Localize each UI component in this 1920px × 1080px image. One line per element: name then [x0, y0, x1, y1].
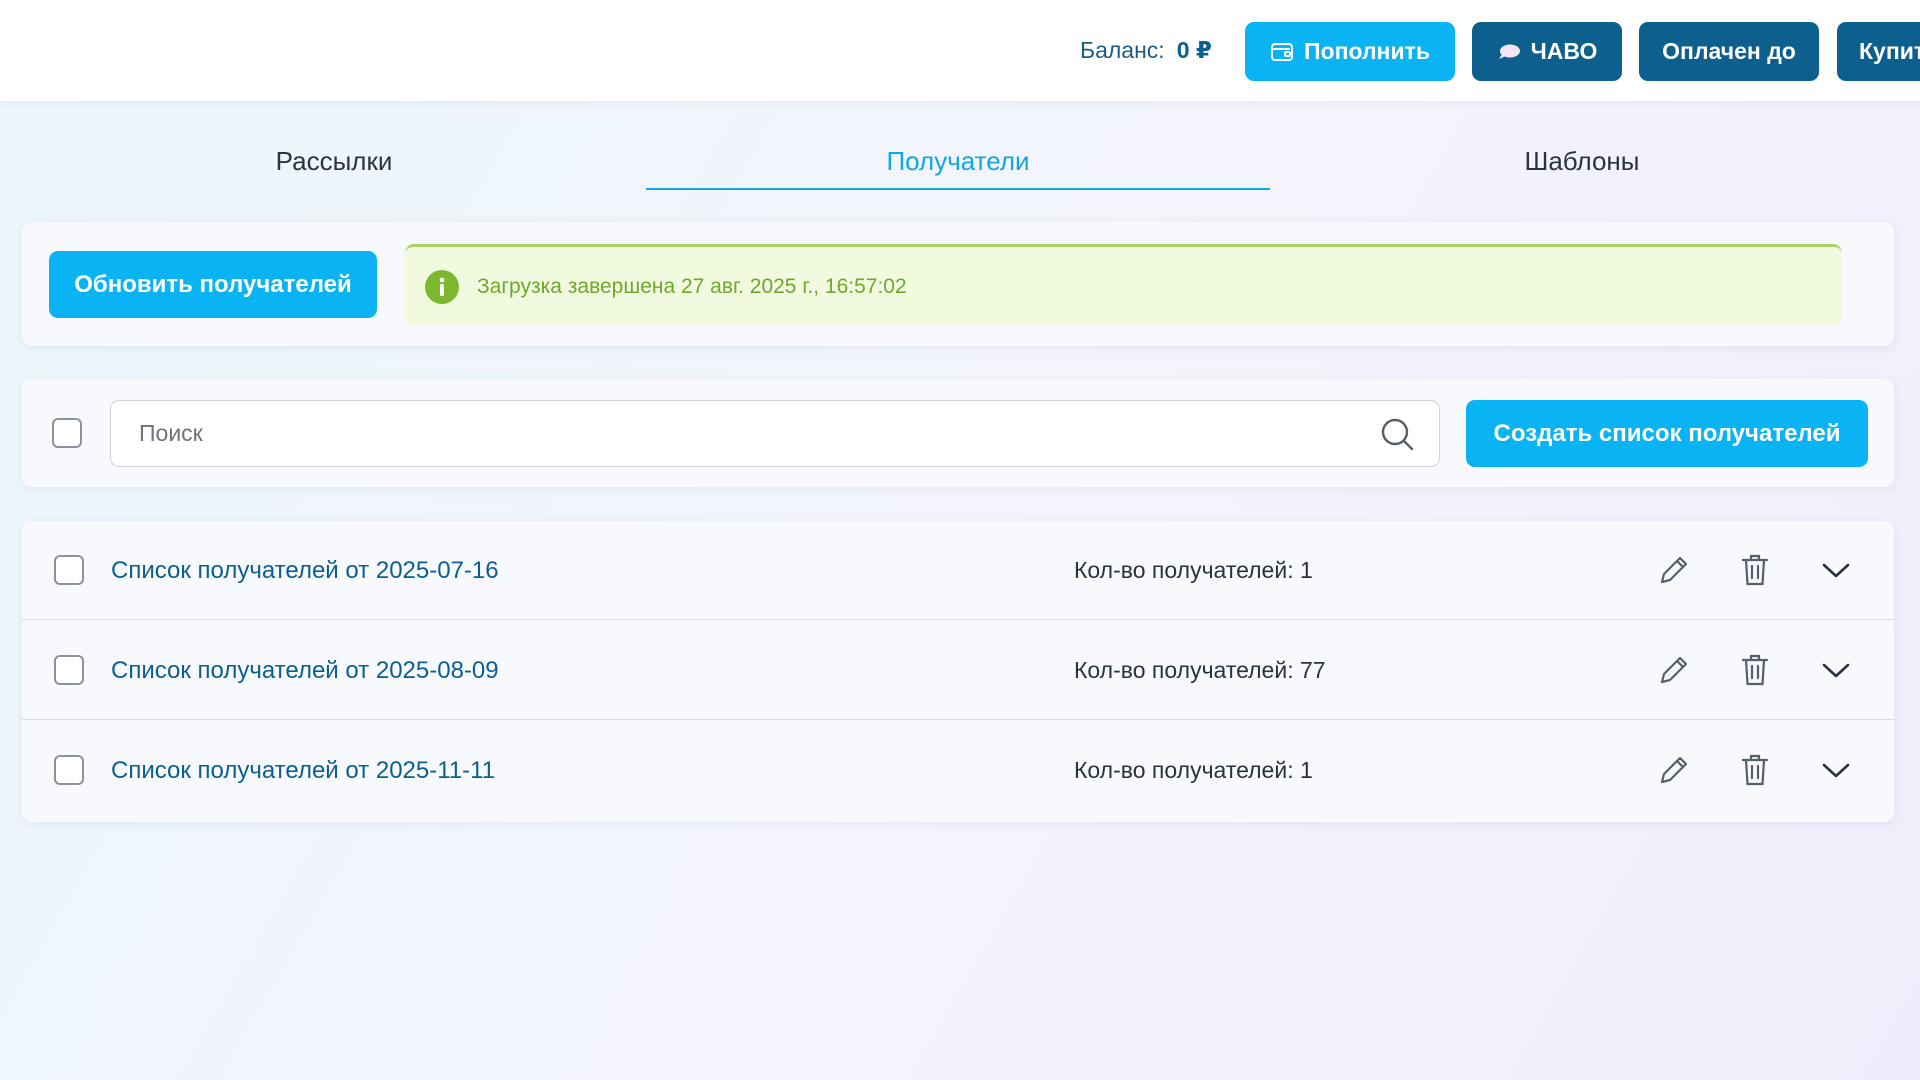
search-icon[interactable] [1379, 416, 1415, 452]
tabs: Рассылки Получатели Шаблоны [22, 140, 1894, 190]
trash-icon[interactable] [1735, 650, 1775, 690]
search-panel: Создать список получателей [22, 379, 1894, 487]
chat-bubble-icon [1497, 42, 1521, 62]
balance: Баланс: 0 ₽ [1080, 0, 1212, 101]
list-item-checkbox[interactable] [54, 655, 84, 685]
status-text: Загрузка завершена 27 авг. 2025 г., 16:5… [477, 274, 907, 298]
trash-icon[interactable] [1735, 750, 1775, 790]
tab-mailings[interactable]: Рассылки [22, 140, 646, 190]
topup-button[interactable]: Пополнить [1245, 22, 1455, 81]
buy-button[interactable]: Купить [1837, 22, 1920, 81]
chevron-down-icon[interactable] [1816, 650, 1856, 690]
pencil-icon[interactable] [1654, 750, 1694, 790]
tab-recipients[interactable]: Получатели [646, 140, 1270, 190]
list-item: Список получателей от 2025-11-11 Кол-во … [22, 721, 1894, 820]
buy-label: Купить [1859, 38, 1920, 64]
paid-until-button[interactable]: Оплачен до [1639, 22, 1819, 81]
info-icon [425, 269, 459, 304]
tab-templates[interactable]: Шаблоны [1270, 140, 1894, 190]
chevron-down-icon[interactable] [1816, 750, 1856, 790]
faq-button[interactable]: ЧАВО [1472, 22, 1622, 81]
search-input[interactable] [111, 401, 1371, 466]
list-item-name[interactable]: Список получателей от 2025-08-09 [111, 621, 499, 720]
chevron-down-icon[interactable] [1816, 550, 1856, 590]
trash-icon[interactable] [1735, 550, 1775, 590]
create-list-button[interactable]: Создать список получателей [1466, 400, 1868, 467]
list-item-name[interactable]: Список получателей от 2025-11-11 [111, 721, 495, 820]
paid-until-label: Оплачен до [1662, 38, 1796, 64]
balance-label: Баланс: [1080, 37, 1165, 63]
faq-label: ЧАВО [1530, 38, 1598, 64]
list-item-checkbox[interactable] [54, 555, 84, 585]
refresh-recipients-button[interactable]: Обновить получателей [49, 251, 377, 318]
status-alert: Загрузка завершена 27 авг. 2025 г., 16:5… [405, 244, 1842, 326]
list-item: Список получателей от 2025-07-16 Кол-во … [22, 521, 1894, 620]
search-box [110, 400, 1440, 467]
balance-value: 0 ₽ [1176, 37, 1212, 63]
list-item-count: Кол-во получателей: 77 [1074, 657, 1326, 683]
pencil-icon[interactable] [1654, 650, 1694, 690]
topup-label: Пополнить [1304, 38, 1430, 64]
top-bar: Баланс: 0 ₽ Пополнить ЧАВО Оплачен до Ку… [0, 0, 1920, 101]
select-all-checkbox[interactable] [52, 418, 82, 448]
wallet-icon [1270, 41, 1294, 63]
list-item-count: Кол-во получателей: 1 [1074, 757, 1313, 783]
list-item-count: Кол-во получателей: 1 [1074, 557, 1313, 583]
list-item-checkbox[interactable] [54, 755, 84, 785]
refresh-panel: Обновить получателей Загрузка завершена … [22, 222, 1894, 346]
recipient-lists: Список получателей от 2025-07-16 Кол-во … [22, 521, 1894, 822]
list-item: Список получателей от 2025-08-09 Кол-во … [22, 621, 1894, 720]
pencil-icon[interactable] [1654, 550, 1694, 590]
list-item-name[interactable]: Список получателей от 2025-07-16 [111, 521, 499, 620]
